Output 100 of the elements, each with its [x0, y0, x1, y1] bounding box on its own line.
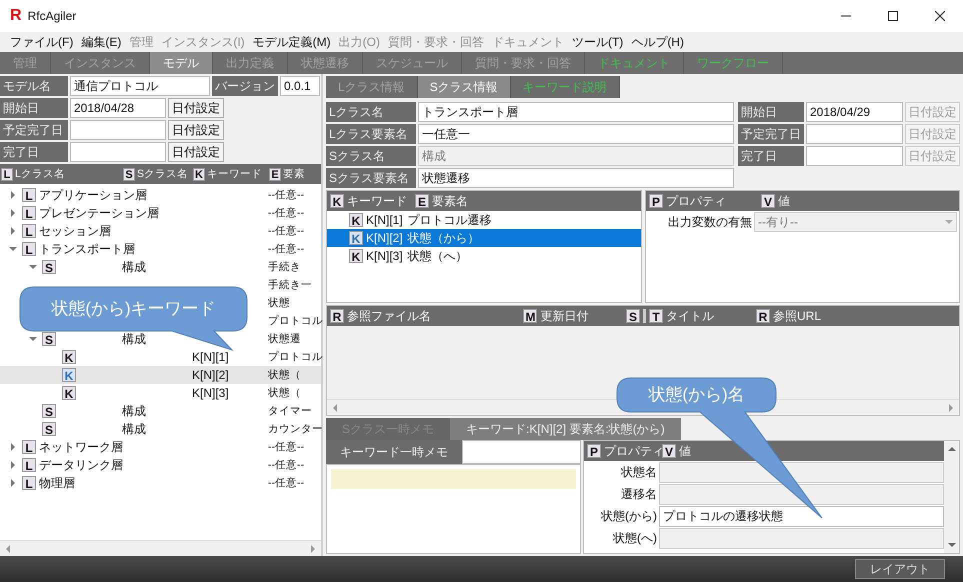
caret-right-icon[interactable] [9, 442, 17, 451]
tree-label: 物理層 [39, 476, 75, 490]
field-label: 開始日 [738, 102, 804, 122]
column-header: 参照URL [773, 308, 822, 324]
caret-down-icon[interactable] [29, 335, 37, 343]
sclass-name: 構成 [122, 332, 146, 346]
keyword-row[interactable]: K K[N][3] 状態（へ） [327, 247, 641, 265]
column-header: 値 [679, 444, 691, 458]
text-field[interactable]: 状態遷移 [418, 168, 734, 188]
date-field[interactable] [806, 124, 903, 144]
tree-label: トランスポート層 [39, 242, 135, 256]
date-set-button[interactable]: 日付設定 [168, 98, 224, 118]
menu-item[interactable]: ファイル(F) [6, 34, 78, 50]
caret-right-icon[interactable] [9, 226, 17, 235]
tree-row[interactable]: L アプリケーション層 --任意-- [0, 186, 321, 204]
type-tag: V [761, 194, 775, 208]
type-tag: P [649, 194, 663, 208]
field-label: 完了日 [738, 146, 804, 166]
type-tag: L [1, 168, 13, 180]
menu-item[interactable]: ヘルプ(H) [627, 34, 688, 50]
field-label: 予定完了日 [738, 124, 804, 144]
tree-row[interactable]: L ネットワーク層 --任意-- [0, 438, 321, 456]
type-tag: S [42, 422, 56, 436]
text-field[interactable]: トランスポート層 [418, 102, 734, 122]
tree-row[interactable]: S 構成 タイマー [0, 402, 321, 420]
caret-down-icon [945, 218, 953, 226]
caret-right-icon[interactable] [9, 478, 17, 487]
tree-row[interactable]: S 構成 状態遷 [0, 330, 321, 348]
date-set-button[interactable]: 日付設定 [168, 120, 224, 140]
keyword-text: K[N][3] [366, 248, 403, 264]
menu-item[interactable]: ツール(T) [568, 34, 628, 50]
keyword-text: K[N][3] [192, 386, 229, 400]
type-tag: S [123, 168, 135, 180]
date-field[interactable]: 2018/04/28 [70, 98, 166, 118]
tab[interactable]: キーワード:K[N][2] 要素名:状態(から) [450, 418, 681, 440]
column-header: 参照ファイル名 [347, 308, 431, 324]
caret-right-icon[interactable] [9, 460, 17, 469]
type-tag: S [42, 332, 56, 346]
scrollbar[interactable] [944, 441, 959, 553]
caret-right-icon[interactable] [9, 190, 17, 199]
caret-down-icon[interactable] [9, 244, 17, 253]
column-header: 要素 [283, 168, 305, 180]
keyword-row[interactable]: K K[N][2] 状態（から） [327, 229, 641, 247]
element-name: --任意-- [268, 242, 304, 255]
type-tag: K [62, 368, 76, 382]
keyword-row[interactable]: K K[N][1] プロトコル遷移 [327, 211, 641, 229]
tree-row[interactable]: L トランスポート層 --任意-- [0, 240, 321, 258]
element-name: プロトコル [268, 350, 323, 363]
tree-row[interactable]: K K[N][2] 状態（ [0, 366, 321, 384]
menu-item[interactable]: モデル定義(M) [248, 34, 335, 50]
layout-button[interactable]: レイアウト [855, 558, 945, 580]
element-name: --任意-- [268, 440, 304, 453]
scrollbar[interactable] [0, 540, 321, 556]
column-header: プロパティ [666, 194, 726, 208]
element-name: --任意-- [268, 188, 304, 201]
property-label: 状態名 [620, 464, 658, 480]
type-tag: K [349, 249, 363, 263]
tree-row[interactable]: L プレゼンテーション層 --任意-- [0, 204, 321, 222]
tree-row[interactable]: L データリンク層 --任意-- [0, 456, 321, 474]
tree-row[interactable]: S 構成 カウンター [0, 420, 321, 438]
field-label: Sクラス名 [326, 146, 416, 166]
type-tag: L [22, 188, 36, 202]
text-field[interactable] [462, 440, 581, 464]
caret-right-icon[interactable] [9, 208, 17, 217]
text-field[interactable]: プロトコルの遷移状態 [659, 506, 944, 526]
keyword-text: K[N][2] [366, 230, 403, 246]
element-name: 状態（ [268, 386, 301, 399]
type-tag: L [22, 458, 36, 472]
type-tag: V [662, 444, 676, 458]
type-tag: K [349, 231, 363, 245]
memo-area[interactable] [326, 464, 581, 554]
tree-row[interactable]: L セッション層 --任意-- [0, 222, 321, 240]
model-name-field[interactable]: 通信プロトコル [70, 76, 210, 96]
version-field[interactable]: 0.0.1 [280, 76, 320, 96]
text-field[interactable]: 一任意一 [418, 124, 734, 144]
element-name: --任意-- [268, 458, 304, 471]
date-field[interactable] [70, 142, 166, 162]
tree-label: セッション層 [39, 224, 111, 238]
date-field[interactable] [70, 120, 166, 140]
scroll-up-icon [948, 445, 956, 453]
date-field[interactable] [806, 146, 903, 166]
caret-down-icon[interactable] [29, 263, 37, 271]
column-header: キーワード [207, 168, 262, 180]
type-tag: E [269, 168, 281, 180]
element-name: 状態（から） [408, 230, 480, 246]
menu-item[interactable]: 編集(E) [77, 34, 126, 50]
tree-row[interactable]: K K[N][1] プロトコル [0, 348, 321, 366]
column-header: 更新日付 [540, 308, 588, 324]
sclass-name: 構成 [122, 260, 146, 274]
field-label: モデル名 [0, 76, 68, 96]
date-set-button[interactable]: 日付設定 [168, 142, 224, 162]
column-header: 要素名 [432, 194, 468, 208]
tree-row[interactable]: K K[N][3] 状態（ [0, 384, 321, 402]
type-tag: S [42, 260, 56, 274]
element-name: --任意-- [268, 224, 304, 237]
type-tag: K [349, 213, 363, 227]
scroll-right-icon [309, 544, 317, 552]
tree-row[interactable]: L 物理層 --任意-- [0, 474, 321, 492]
tree-row[interactable]: S 構成 手続き [0, 258, 321, 276]
tree-label: ネットワーク層 [39, 440, 123, 454]
